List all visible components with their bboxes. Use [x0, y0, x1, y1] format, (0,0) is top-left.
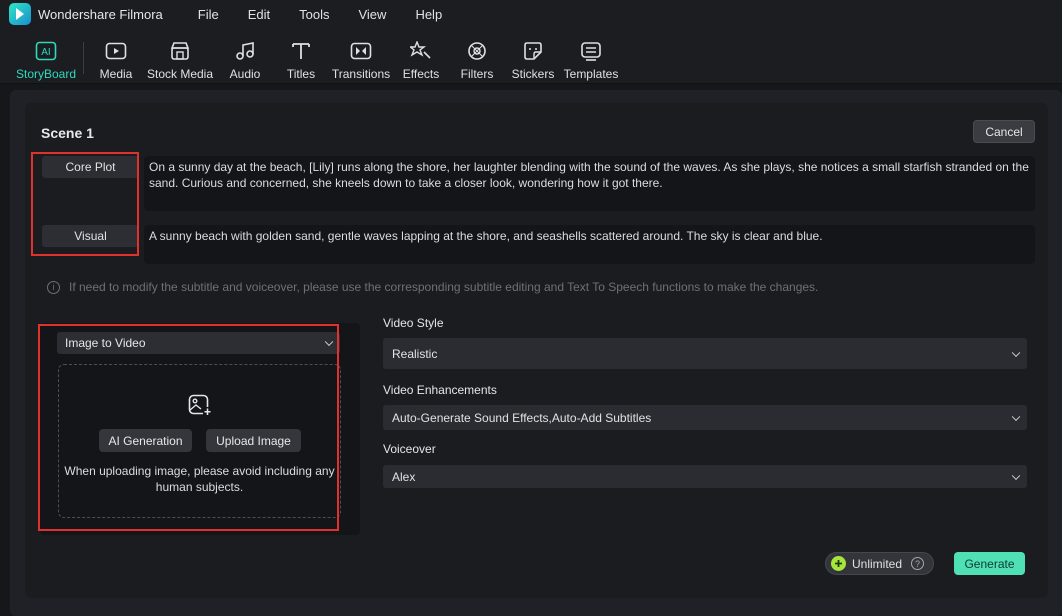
- menu-tools[interactable]: Tools: [299, 7, 329, 22]
- tool-stock-media[interactable]: Stock Media: [146, 28, 214, 84]
- video-style-label: Video Style: [383, 316, 444, 330]
- tool-storyboard[interactable]: AI StoryBoard: [12, 28, 80, 84]
- effects-icon: [410, 38, 432, 64]
- chevron-down-icon: [1011, 412, 1021, 421]
- visual-text[interactable]: A sunny beach with golden sand, gentle w…: [144, 225, 1035, 264]
- chevron-down-icon: [1011, 348, 1021, 357]
- notice-text: If need to modify the subtitle and voice…: [69, 280, 819, 294]
- svg-text:AI: AI: [41, 47, 50, 58]
- info-icon: i: [47, 280, 60, 294]
- tool-media[interactable]: Media: [95, 28, 137, 84]
- video-enhancements-label: Video Enhancements: [383, 383, 497, 397]
- app-title: Wondershare Filmora: [38, 6, 163, 22]
- filters-icon: [466, 38, 488, 64]
- menu-file[interactable]: File: [198, 7, 219, 22]
- tool-filters[interactable]: Filters: [458, 28, 496, 84]
- highlight-box-upload: [38, 324, 339, 531]
- chevron-down-icon: [1011, 471, 1021, 480]
- tool-stickers[interactable]: Stickers: [511, 28, 555, 84]
- cancel-button[interactable]: Cancel: [973, 120, 1035, 143]
- core-plot-text[interactable]: On a sunny day at the beach, [Lily] runs…: [144, 156, 1035, 211]
- tool-titles[interactable]: Titles: [283, 28, 319, 84]
- titles-icon: [290, 38, 312, 64]
- scene-title: Scene 1: [41, 125, 94, 141]
- voiceover-select[interactable]: Alex: [383, 465, 1027, 488]
- video-enhancements-select[interactable]: Auto-Generate Sound Effects,Auto-Add Sub…: [383, 405, 1027, 430]
- transitions-icon: [350, 38, 372, 64]
- filmora-logo-icon: [9, 3, 31, 25]
- generate-button[interactable]: Generate: [954, 552, 1025, 575]
- ai-storyboard-icon: AI: [35, 38, 57, 64]
- tool-templates[interactable]: Templates: [563, 28, 619, 84]
- credits-plus-icon: [831, 556, 846, 571]
- media-icon: [105, 38, 127, 64]
- templates-icon: [580, 38, 602, 64]
- menu-view[interactable]: View: [358, 7, 386, 22]
- menu-edit[interactable]: Edit: [248, 7, 270, 22]
- stock-media-icon: [169, 38, 191, 64]
- tool-effects[interactable]: Effects: [400, 28, 442, 84]
- highlight-box-labels: [31, 152, 139, 256]
- subtitle-notice: i If need to modify the subtitle and voi…: [47, 280, 818, 294]
- video-style-select[interactable]: Realistic: [383, 338, 1027, 369]
- tool-transitions[interactable]: Transitions: [330, 28, 392, 84]
- media-toolbar: AI StoryBoard Media Stock Media Audio Ti…: [0, 28, 1062, 84]
- menu-bar: File Edit Tools View Help: [198, 7, 471, 22]
- voiceover-label: Voiceover: [383, 442, 436, 456]
- stickers-icon: [522, 38, 544, 64]
- unlimited-credits-badge[interactable]: Unlimited ?: [825, 552, 934, 575]
- toolbar-divider: [83, 42, 84, 74]
- help-icon[interactable]: ?: [911, 557, 925, 570]
- audio-icon: [234, 38, 256, 64]
- menu-help[interactable]: Help: [415, 7, 442, 22]
- tool-audio[interactable]: Audio: [226, 28, 264, 84]
- title-bar: Wondershare Filmora File Edit Tools View…: [0, 0, 1062, 28]
